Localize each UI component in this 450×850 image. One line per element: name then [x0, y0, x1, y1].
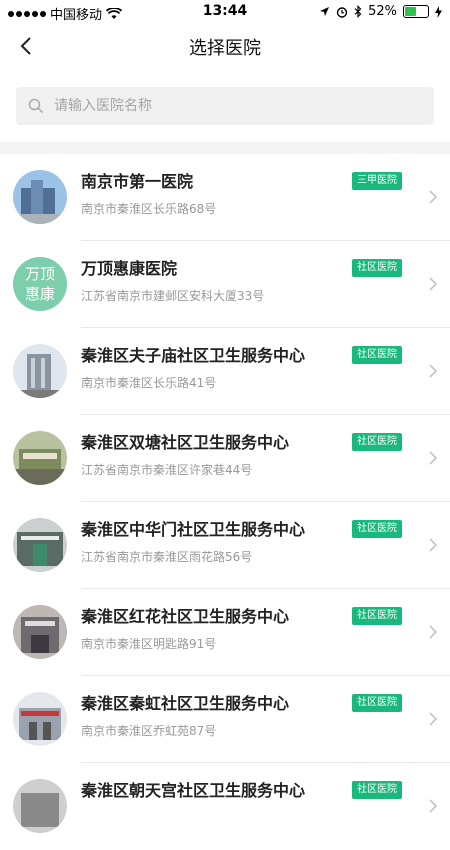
charging-icon — [435, 5, 442, 18]
chevron-right-icon — [429, 190, 438, 204]
hospital-level-badge: 社区医院 — [352, 781, 402, 799]
search-icon — [28, 98, 44, 114]
hospital-address: 南京市秦淮区乔虹苑87号 — [81, 724, 217, 738]
alarm-icon — [336, 6, 348, 18]
battery-percent: 52% — [368, 4, 397, 19]
hospital-logo-text: 惠康 — [24, 285, 55, 303]
status-bar: 中国移动 13:44 52% — [0, 0, 450, 24]
search-section — [0, 68, 450, 150]
chevron-right-icon — [429, 451, 438, 465]
hospital-item[interactable]: 秦淮区中华门社区卫生服务中心 江苏省南京市秦淮区雨花路56号 社区医院 — [0, 502, 450, 589]
chevron-right-icon — [429, 364, 438, 378]
status-right: 52% — [319, 4, 442, 19]
section-gap — [0, 142, 450, 154]
hospital-item[interactable]: 秦淮区红花社区卫生服务中心 南京市秦淮区明匙路91号 社区医院 — [0, 589, 450, 676]
bluetooth-icon — [354, 5, 362, 18]
hospital-item[interactable]: 秦淮区秦虹社区卫生服务中心 南京市秦淮区乔虹苑87号 社区医院 — [0, 676, 450, 763]
hospital-address: 江苏省南京市建邺区安科大厦33号 — [81, 289, 265, 303]
battery-icon — [403, 5, 429, 18]
chevron-right-icon — [429, 799, 438, 813]
search-box[interactable] — [16, 87, 434, 125]
chevron-right-icon — [429, 625, 438, 639]
hospital-item[interactable]: 秦淮区夫子庙社区卫生服务中心 南京市秦淮区长乐路41号 社区医院 — [0, 328, 450, 415]
hospital-photo — [13, 344, 67, 398]
search-input[interactable] — [52, 97, 416, 115]
hospital-level-badge: 社区医院 — [352, 520, 402, 538]
hospital-item[interactable]: 秦淮区朝天宫社区卫生服务中心 社区医院 — [0, 763, 450, 850]
hospital-level-badge: 三甲医院 — [352, 172, 402, 190]
hospital-address: 江苏省南京市秦淮区许家巷44号 — [81, 463, 253, 477]
hospital-name: 万顶惠康医院 — [81, 259, 178, 278]
hospital-level-badge: 社区医院 — [352, 259, 402, 277]
hospital-name: 秦淮区夫子庙社区卫生服务中心 — [81, 346, 306, 365]
hospital-level-badge: 社区医院 — [352, 433, 402, 451]
hospital-name: 南京市第一医院 — [81, 172, 194, 191]
hospital-level-badge: 社区医院 — [352, 607, 402, 625]
hospital-item[interactable]: 秦淮区双塘社区卫生服务中心 江苏省南京市秦淮区许家巷44号 社区医院 — [0, 415, 450, 502]
hospital-photo — [13, 518, 67, 572]
hospital-item[interactable]: 万顶 惠康 万顶惠康医院 江苏省南京市建邺区安科大厦33号 社区医院 — [0, 241, 450, 328]
hospital-list: 南京市第一医院 南京市秦淮区长乐路68号 三甲医院 万顶 惠康 万顶惠康医院 江… — [0, 154, 450, 850]
hospital-address: 南京市秦淮区长乐路41号 — [81, 376, 217, 390]
hospital-item[interactable]: 南京市第一医院 南京市秦淮区长乐路68号 三甲医院 — [0, 154, 450, 241]
hospital-logo: 万顶 惠康 — [13, 257, 67, 311]
hospital-photo — [13, 431, 67, 485]
hospital-level-badge: 社区医院 — [352, 346, 402, 364]
chevron-right-icon — [429, 712, 438, 726]
page-title: 选择医院 — [189, 38, 261, 59]
hospital-photo — [13, 605, 67, 659]
hospital-level-badge: 社区医院 — [352, 694, 402, 712]
chevron-right-icon — [429, 277, 438, 291]
hospital-name: 秦淮区朝天宫社区卫生服务中心 — [81, 781, 306, 800]
hospital-logo-text: 万顶 — [24, 265, 55, 283]
nav-bar: 选择医院 — [0, 24, 450, 68]
hospital-name: 秦淮区秦虹社区卫生服务中心 — [81, 694, 290, 713]
hospital-name: 秦淮区双塘社区卫生服务中心 — [81, 433, 290, 452]
hospital-photo — [13, 779, 67, 833]
hospital-address: 南京市秦淮区长乐路68号 — [81, 202, 217, 216]
chevron-right-icon — [429, 538, 438, 552]
hospital-name: 秦淮区中华门社区卫生服务中心 — [81, 520, 306, 539]
hospital-address: 南京市秦淮区明匙路91号 — [81, 637, 217, 651]
hospital-photo — [13, 692, 67, 746]
hospital-address: 江苏省南京市秦淮区雨花路56号 — [81, 550, 253, 564]
hospital-photo — [13, 170, 67, 224]
hospital-name: 秦淮区红花社区卫生服务中心 — [81, 607, 290, 626]
location-icon — [320, 7, 330, 16]
